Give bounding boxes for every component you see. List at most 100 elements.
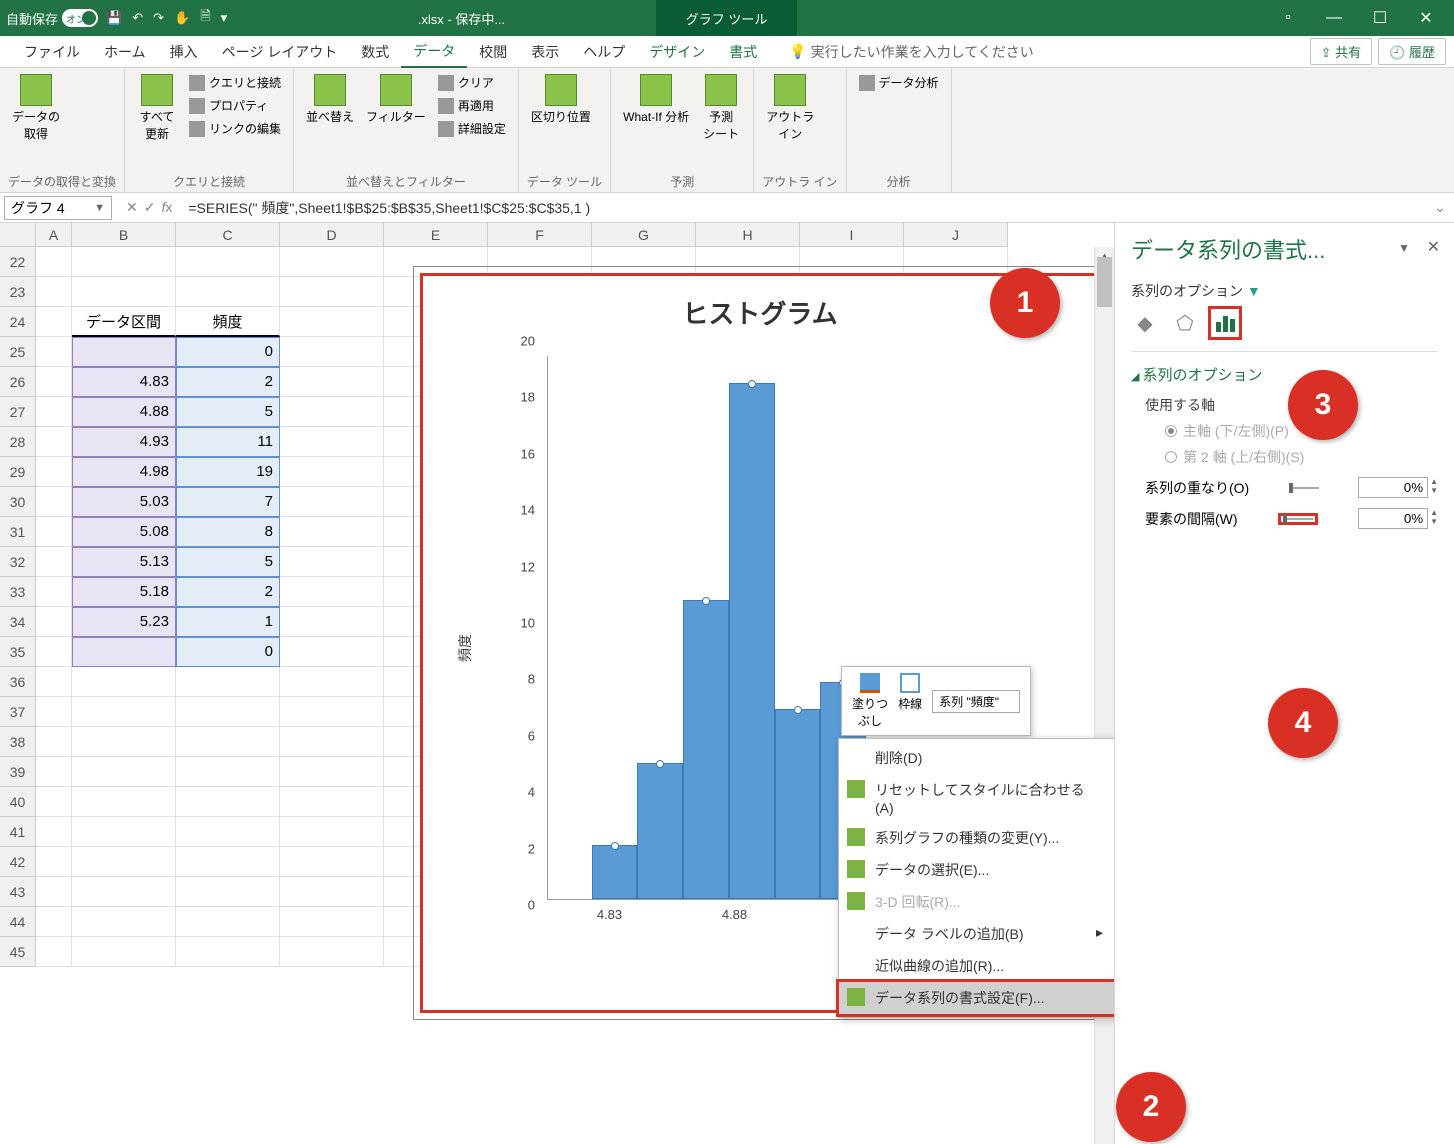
cell[interactable] xyxy=(36,247,72,277)
cell[interactable]: 7 xyxy=(176,487,280,517)
fill-tab-icon[interactable]: ◆ xyxy=(1131,309,1159,337)
share-button[interactable]: ⇪ 共有 xyxy=(1310,38,1373,65)
cell[interactable] xyxy=(36,367,72,397)
tab-書式[interactable]: 書式 xyxy=(717,36,769,68)
cell[interactable]: 5.13 xyxy=(72,547,176,577)
row-header[interactable]: 36 xyxy=(0,667,36,697)
cell[interactable] xyxy=(72,937,176,967)
cell[interactable]: 5 xyxy=(176,397,280,427)
overlap-input[interactable] xyxy=(1358,477,1428,498)
ribbon-button[interactable]: フィルター xyxy=(362,72,430,127)
cancel-formula-icon[interactable]: ✕ xyxy=(126,199,138,216)
cell[interactable] xyxy=(176,907,280,937)
ribbon-options-icon[interactable]: ▫ xyxy=(1266,3,1310,33)
tab-表示[interactable]: 表示 xyxy=(519,36,571,68)
cell[interactable] xyxy=(72,757,176,787)
cell[interactable] xyxy=(280,547,384,577)
row-header[interactable]: 30 xyxy=(0,487,36,517)
ribbon-button[interactable]: データ分析 xyxy=(855,72,943,93)
row-header[interactable]: 44 xyxy=(0,907,36,937)
row-header[interactable]: 38 xyxy=(0,727,36,757)
cell[interactable] xyxy=(280,637,384,667)
cell[interactable]: 4.93 xyxy=(72,427,176,457)
chart-bar[interactable] xyxy=(775,709,821,899)
y-axis-label[interactable]: 頻度 xyxy=(455,634,475,662)
cell[interactable]: 5.03 xyxy=(72,487,176,517)
chart-bar[interactable] xyxy=(729,383,775,899)
column-header[interactable]: G xyxy=(592,223,696,247)
cell[interactable] xyxy=(36,337,72,367)
context-menu-item[interactable]: データ ラベルの追加(B)▸ xyxy=(839,918,1114,950)
enter-formula-icon[interactable]: ✓ xyxy=(144,199,156,216)
scroll-thumb[interactable] xyxy=(1097,257,1112,307)
row-header[interactable]: 41 xyxy=(0,817,36,847)
cell[interactable] xyxy=(36,637,72,667)
gap-input[interactable] xyxy=(1358,508,1428,529)
cell[interactable]: 11 xyxy=(176,427,280,457)
series-options-tab-icon[interactable] xyxy=(1211,309,1239,337)
row-header[interactable]: 25 xyxy=(0,337,36,367)
ribbon-button[interactable]: 区切り位置 xyxy=(527,72,595,127)
row-header[interactable]: 24 xyxy=(0,307,36,337)
cell[interactable] xyxy=(72,667,176,697)
cell[interactable] xyxy=(72,877,176,907)
cell[interactable] xyxy=(36,877,72,907)
cell[interactable] xyxy=(36,517,72,547)
cell[interactable] xyxy=(36,607,72,637)
cell[interactable] xyxy=(36,667,72,697)
row-header[interactable]: 35 xyxy=(0,637,36,667)
chart-bar[interactable] xyxy=(592,845,638,899)
cell[interactable] xyxy=(176,847,280,877)
context-menu-item[interactable]: 系列グラフの種類の変更(Y)... xyxy=(839,822,1114,854)
cell[interactable]: 2 xyxy=(176,577,280,607)
column-header[interactable]: F xyxy=(488,223,592,247)
column-header[interactable]: J xyxy=(904,223,1008,247)
ribbon-button[interactable]: 再適用 xyxy=(434,95,510,116)
cell[interactable] xyxy=(36,487,72,517)
cell[interactable] xyxy=(36,907,72,937)
tab-データ[interactable]: データ xyxy=(401,36,467,68)
section-header[interactable]: 系列のオプション xyxy=(1131,364,1438,385)
cell[interactable] xyxy=(280,757,384,787)
tab-数式[interactable]: 数式 xyxy=(349,36,401,68)
cell[interactable] xyxy=(36,757,72,787)
minimize-icon[interactable]: — xyxy=(1312,3,1356,33)
row-header[interactable]: 27 xyxy=(0,397,36,427)
cell[interactable] xyxy=(36,547,72,577)
cell[interactable] xyxy=(36,427,72,457)
cell[interactable] xyxy=(280,937,384,967)
context-menu-item[interactable]: リセットしてスタイルに合わせる(A) xyxy=(839,774,1114,822)
context-menu[interactable]: 削除(D)リセットしてスタイルに合わせる(A)系列グラフの種類の変更(Y)...… xyxy=(838,738,1114,1018)
cell[interactable] xyxy=(280,697,384,727)
context-menu-item[interactable]: 近似曲線の追加(R)... xyxy=(839,950,1114,982)
context-menu-item[interactable]: データ系列の書式設定(F)... xyxy=(839,982,1114,1014)
ribbon-button[interactable]: リンクの編集 xyxy=(185,118,285,139)
close-icon[interactable]: ✕ xyxy=(1404,3,1448,33)
pane-menu-icon[interactable]: ▼ xyxy=(1398,241,1410,255)
cell[interactable]: 4.83 xyxy=(72,367,176,397)
cell[interactable]: 19 xyxy=(176,457,280,487)
chevron-down-icon[interactable]: ▼ xyxy=(94,202,105,214)
context-menu-item[interactable]: 削除(D) xyxy=(839,742,1114,774)
cell[interactable]: 4.88 xyxy=(72,397,176,427)
cell[interactable] xyxy=(176,667,280,697)
chart-bar[interactable] xyxy=(683,600,729,899)
print-icon[interactable]: 🗎 xyxy=(200,7,210,29)
row-header[interactable]: 42 xyxy=(0,847,36,877)
effects-tab-icon[interactable]: ⬠ xyxy=(1171,309,1199,337)
cell[interactable] xyxy=(280,727,384,757)
cell[interactable] xyxy=(36,307,72,337)
cell[interactable] xyxy=(280,817,384,847)
history-button[interactable]: 🕘 履歴 xyxy=(1378,38,1446,65)
cell[interactable] xyxy=(280,787,384,817)
touch-icon[interactable]: ✋ xyxy=(174,10,190,26)
cell[interactable]: 1 xyxy=(176,607,280,637)
cell[interactable] xyxy=(36,817,72,847)
gap-slider[interactable] xyxy=(1283,518,1313,520)
column-header[interactable]: A xyxy=(36,223,72,247)
cell[interactable] xyxy=(72,907,176,937)
cell[interactable]: 5.08 xyxy=(72,517,176,547)
ribbon-button[interactable]: 予測 シート xyxy=(697,72,745,144)
row-header[interactable]: 31 xyxy=(0,517,36,547)
row-header[interactable]: 26 xyxy=(0,367,36,397)
